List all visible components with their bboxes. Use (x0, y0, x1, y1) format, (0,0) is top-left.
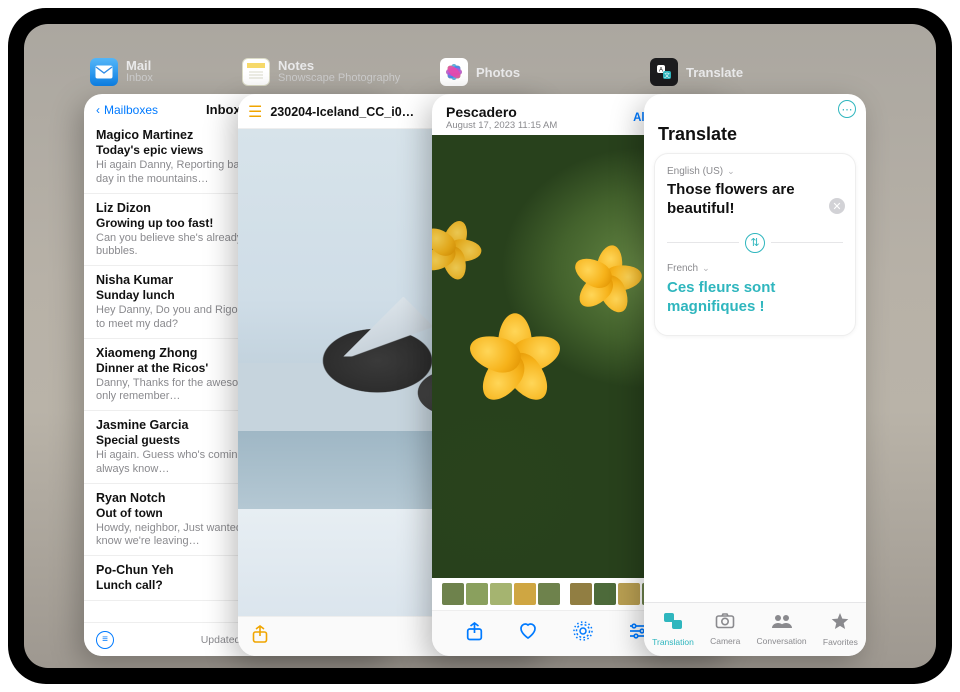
photo-thumb[interactable] (618, 583, 640, 605)
filter-icon[interactable]: ≡ (96, 631, 114, 649)
photo-thumb[interactable] (466, 583, 488, 605)
tab-label: Conversation (757, 636, 807, 646)
photos-app-icon (440, 58, 468, 86)
tab-label: Translation (652, 637, 694, 647)
translate-app-card[interactable]: ⋯ Translate English (US) ⌄ Those flowers… (644, 94, 866, 656)
translate-tab-bar: Translation Camera Conversation (644, 602, 866, 656)
mailboxes-back-button[interactable]: ‹ Mailboxes (96, 103, 158, 117)
source-language-label: English (US) (667, 166, 723, 177)
app-name-notes: Notes (278, 59, 400, 72)
live-icon[interactable] (573, 621, 593, 646)
photo-thumb[interactable] (442, 583, 464, 605)
mailboxes-label: Mailboxes (104, 103, 158, 117)
photo-date: August 17, 2023 11:15 AM (446, 120, 557, 131)
svg-text:A: A (659, 68, 663, 74)
tab-translation[interactable]: Translation (652, 612, 694, 647)
swap-languages-icon[interactable]: ⇅ (745, 233, 765, 253)
svg-text:文: 文 (664, 72, 670, 80)
photo-thumb[interactable] (514, 583, 536, 605)
app-switcher-header-mail: Mail Inbox (90, 58, 153, 86)
notes-app-icon (242, 58, 270, 86)
target-language-label: French (667, 263, 698, 274)
tab-favorites[interactable]: Favorites (823, 613, 858, 647)
share-icon[interactable] (466, 622, 483, 646)
tab-label: Favorites (823, 637, 858, 647)
app-subtitle-mail: Inbox (126, 72, 153, 85)
clear-icon[interactable]: ✕ (829, 198, 845, 214)
chevron-down-icon: ⌄ (727, 166, 735, 177)
share-icon[interactable] (252, 625, 268, 648)
translate-more-icon[interactable]: ⋯ (838, 100, 856, 118)
photo-thumb[interactable] (594, 583, 616, 605)
chevron-left-icon: ‹ (96, 103, 100, 117)
tab-camera[interactable]: Camera (710, 613, 740, 646)
favorite-icon[interactable] (518, 622, 538, 645)
translate-heading: Translate (644, 124, 866, 153)
app-subtitle-notes: Snowscape Photography (278, 72, 400, 85)
star-icon (831, 613, 849, 635)
photo-thumb[interactable] (538, 583, 560, 605)
app-switcher-screen: Mail Inbox Notes Snowscape Photography (24, 24, 936, 668)
mail-app-icon (90, 58, 118, 86)
source-language-selector[interactable]: English (US) ⌄ (667, 166, 843, 177)
target-language-selector[interactable]: French ⌄ (667, 263, 843, 274)
translation-icon (663, 612, 683, 635)
tab-label: Camera (710, 636, 740, 646)
photo-album-title: Pescadero (446, 104, 557, 120)
chevron-down-icon: ⌄ (702, 263, 710, 274)
source-text[interactable]: Those flowers are beautiful! (667, 181, 843, 219)
app-switcher-header-notes: Notes Snowscape Photography (242, 58, 400, 86)
translation-card[interactable]: English (US) ⌄ Those flowers are beautif… (654, 153, 856, 336)
translate-nav-bar: ⋯ (644, 94, 866, 124)
translate-app-icon: A文 (650, 58, 678, 86)
camera-icon (715, 613, 735, 634)
ipad-frame: Mail Inbox Notes Snowscape Photography (8, 8, 952, 684)
app-switcher-header-photos: Photos (440, 58, 520, 86)
photo-thumb[interactable] (570, 583, 592, 605)
app-name-translate: Translate (686, 66, 743, 79)
inbox-title: Inbox (206, 102, 241, 117)
conversation-icon (771, 613, 793, 634)
app-name-mail: Mail (126, 59, 153, 72)
notes-list-icon[interactable]: ☰ (248, 102, 262, 122)
app-switcher-header-translate: A文 Translate (650, 58, 743, 86)
translated-text: Ces fleurs sont magnifiques ! (667, 278, 843, 317)
tab-conversation[interactable]: Conversation (757, 613, 807, 646)
photo-thumb[interactable] (490, 583, 512, 605)
app-name-photos: Photos (476, 66, 520, 79)
